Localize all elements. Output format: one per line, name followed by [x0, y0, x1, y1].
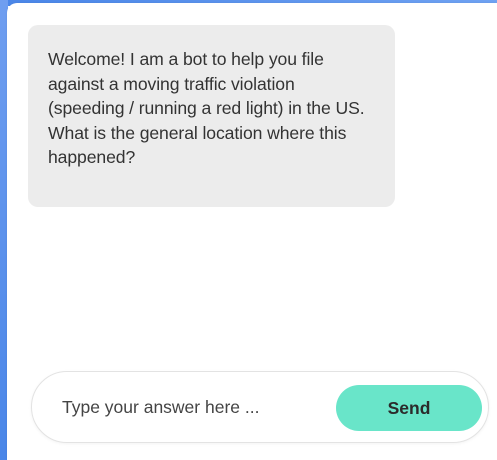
chat-window: Welcome! I am a bot to help you file aga… [7, 3, 497, 460]
send-button[interactable]: Send [336, 385, 482, 431]
bot-message-bubble: Welcome! I am a bot to help you file aga… [28, 25, 395, 207]
message-composer: Send [31, 371, 489, 443]
answer-input[interactable] [62, 390, 322, 424]
